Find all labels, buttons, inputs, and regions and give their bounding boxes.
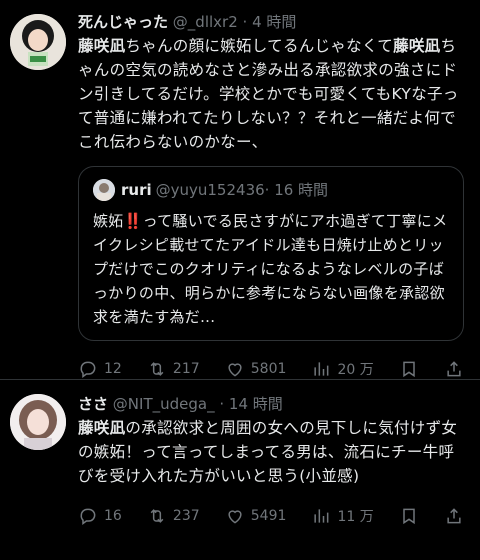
reply-button[interactable]: 12 bbox=[78, 359, 122, 379]
tweet-text: 藤咲凪の承認欲求と周囲の女への見下しに気付けず女の嫉妬！って言ってしまってる男は… bbox=[78, 416, 464, 488]
tweet-header: ささ @NIT_udega_ · 14 時間 bbox=[78, 394, 464, 414]
timestamp[interactable]: · 14 時間 bbox=[219, 395, 282, 413]
reply-count: 16 bbox=[104, 508, 122, 524]
tweet-text-segment: 藤咲凪 bbox=[78, 419, 126, 437]
views-count: 20 万 bbox=[337, 362, 374, 378]
quoted-avatar bbox=[93, 179, 115, 201]
quoted-display-name: ruri bbox=[121, 181, 152, 199]
like-count: 5801 bbox=[250, 361, 287, 377]
tweet-text-segment: の承認欲求と周囲の女への見下しに気付けず女の嫉妬！って言ってしまってる男は、流石… bbox=[78, 419, 458, 485]
quoted-handle: @yuyu152436 bbox=[155, 181, 265, 199]
heart-icon bbox=[228, 363, 242, 377]
bookmark-button[interactable] bbox=[399, 506, 419, 526]
avatar[interactable] bbox=[10, 394, 66, 450]
like-button[interactable]: 5491 bbox=[225, 506, 287, 526]
share-icon bbox=[447, 361, 461, 377]
display-name[interactable]: ささ bbox=[78, 395, 108, 413]
tweet-text-segment: 藤咲凪 bbox=[393, 37, 441, 55]
reply-icon bbox=[80, 508, 96, 525]
views-button[interactable]: 11 万 bbox=[311, 506, 374, 526]
handle[interactable]: @NIT_udega_ bbox=[113, 395, 215, 413]
timestamp[interactable]: · 4 時間 bbox=[243, 13, 297, 31]
share-button[interactable] bbox=[444, 359, 464, 379]
views-icon bbox=[314, 362, 329, 376]
heart-icon bbox=[228, 510, 242, 524]
tweet-header: 死んじゃった @_dllxr2 · 4 時間 bbox=[78, 12, 464, 32]
reply-icon bbox=[80, 361, 96, 378]
action-bar: 12 217 5801 20 万 bbox=[78, 359, 464, 379]
views-count: 11 万 bbox=[337, 509, 374, 525]
tweet-text-segment: ちゃんの顔に嫉妬してるんじゃなくて bbox=[125, 37, 394, 55]
display-name[interactable]: 死んじゃった bbox=[78, 13, 168, 31]
quoted-tweet-header: ruri @yuyu152436 · 16 時間 bbox=[93, 179, 449, 201]
action-bar: 16 237 5491 11 万 bbox=[78, 506, 464, 526]
bookmark-icon bbox=[403, 361, 415, 378]
quoted-tweet[interactable]: ruri @yuyu152436 · 16 時間 嫉妬‼️って騒いでる民さすがに… bbox=[78, 166, 464, 341]
bookmark-button[interactable] bbox=[399, 359, 419, 379]
like-count: 5491 bbox=[250, 508, 287, 524]
avatar[interactable] bbox=[10, 14, 66, 70]
quoted-timestamp: · 16 時間 bbox=[264, 181, 329, 199]
reply-count: 12 bbox=[104, 361, 122, 377]
retweet-count: 237 bbox=[172, 508, 200, 524]
retweet-icon bbox=[150, 362, 164, 376]
tweet-text: 藤咲凪ちゃんの顔に嫉妬してるんじゃなくて藤咲凪ちゃんの空気の読めなさと滲み出る承… bbox=[78, 34, 464, 154]
retweet-icon bbox=[150, 509, 164, 523]
tweet[interactable]: 死んじゃった @_dllxr2 · 4 時間 藤咲凪ちゃんの顔に嫉妬してるんじゃ… bbox=[0, 0, 480, 380]
tweet[interactable]: ささ @NIT_udega_ · 14 時間 藤咲凪の承認欲求と周囲の女への見下… bbox=[0, 380, 480, 560]
reply-button[interactable]: 16 bbox=[78, 506, 122, 526]
views-icon bbox=[314, 509, 329, 523]
like-button[interactable]: 5801 bbox=[225, 359, 287, 379]
retweet-count: 217 bbox=[172, 361, 200, 377]
views-button[interactable]: 20 万 bbox=[311, 359, 374, 379]
share-icon bbox=[447, 508, 461, 524]
tweet-text-segment: 藤咲凪 bbox=[78, 37, 126, 55]
handle[interactable]: @_dllxr2 bbox=[173, 13, 238, 31]
retweet-button[interactable]: 237 bbox=[147, 506, 200, 526]
bookmark-icon bbox=[403, 508, 415, 525]
quoted-text: 嫉妬‼️って騒いでる民さすがにアホ過ぎて丁寧にメイクレシピ載せてたアイドル達も日… bbox=[93, 212, 448, 326]
share-button[interactable] bbox=[444, 506, 464, 526]
retweet-button[interactable]: 217 bbox=[147, 359, 200, 379]
